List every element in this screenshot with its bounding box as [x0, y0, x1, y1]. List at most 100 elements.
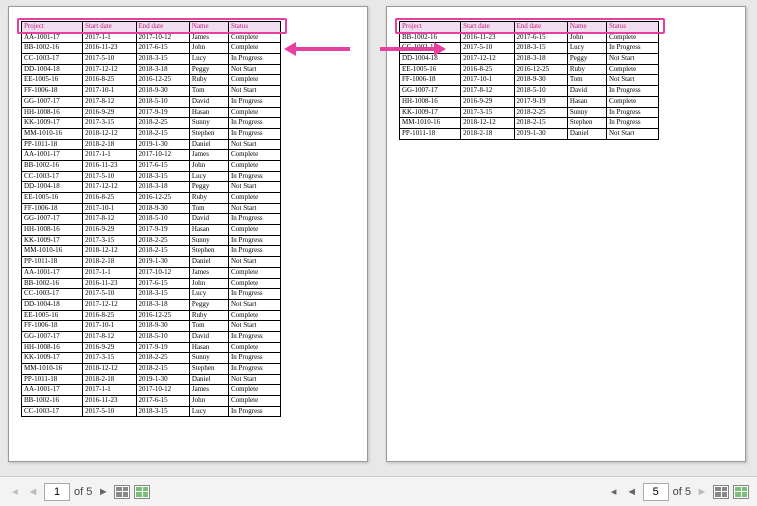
table-cell: Daniel: [189, 257, 228, 268]
table-cell: Lucy: [189, 289, 228, 300]
view-mode-normal-icon[interactable]: [713, 485, 729, 499]
table-cell: In Progress: [228, 118, 280, 129]
table-cell: BB-1002-16: [22, 396, 83, 407]
table-cell: GG-1007-17: [400, 86, 461, 97]
table-cell: 2017-12-12: [83, 182, 136, 193]
table-cell: Sunny: [567, 107, 606, 118]
table-cell: 2017-6-15: [136, 43, 189, 54]
table-cell: 2018-3-18: [136, 64, 189, 75]
table-row: CC-1003-172017-5-102018-3-15LucyIn Progr…: [22, 171, 281, 182]
preview-footer: ◂ ◄ of 5 ► ◂ ◄ of 5 ►: [0, 476, 757, 506]
table-cell: 2017-3-15: [83, 353, 136, 364]
table-cell: BB-1002-16: [22, 278, 83, 289]
table-cell: Not Start: [228, 182, 280, 193]
table-cell: Not Start: [228, 299, 280, 310]
table-cell: 2017-8-12: [461, 86, 514, 97]
table-cell: Ruby: [189, 310, 228, 321]
table-cell: Peggy: [189, 299, 228, 310]
first-page-icon[interactable]: ◂: [607, 485, 621, 498]
table-row: GG-1007-172017-8-122018-5-10DavidIn Prog…: [22, 96, 281, 107]
table-row: EE-1005-162016-8-252016-12-25RubyComplet…: [22, 75, 281, 86]
table-cell: Complete: [228, 342, 280, 353]
table-cell: Lucy: [189, 171, 228, 182]
table-cell: MM-1010-16: [22, 128, 83, 139]
table-cell: AA-1001-17: [22, 32, 83, 43]
table-cell: Sunny: [189, 118, 228, 129]
table-cell: In Progress: [228, 406, 280, 417]
next-page-icon[interactable]: ►: [96, 486, 110, 498]
table-cell: Complete: [228, 150, 280, 161]
table-cell: PP-1011-18: [22, 139, 83, 150]
table-cell: 2019-1-30: [136, 139, 189, 150]
table-cell: Hasan: [189, 342, 228, 353]
col-header: End date: [136, 22, 189, 33]
table-cell: PP-1011-18: [400, 128, 461, 139]
table-cell: 2017-6-15: [136, 396, 189, 407]
table-cell: 2016-11-23: [83, 278, 136, 289]
col-header: Start date: [461, 22, 514, 33]
table-cell: Tom: [567, 75, 606, 86]
table-cell: FF-1006-18: [22, 203, 83, 214]
table-cell: KK-1009-17: [22, 353, 83, 364]
table-cell: Hasan: [189, 225, 228, 236]
table-cell: 2016-11-23: [83, 160, 136, 171]
table-cell: EE-1005-16: [22, 75, 83, 86]
table-cell: GG-1007-17: [22, 96, 83, 107]
table-cell: In Progress: [228, 96, 280, 107]
table-cell: HH-1008-16: [22, 107, 83, 118]
table-row: MM-1010-162018-12-122018-2-15StephenIn P…: [22, 364, 281, 375]
table-cell: PP-1011-18: [22, 374, 83, 385]
table-cell: 2018-2-25: [136, 235, 189, 246]
table-row: AA-1001-172017-1-12017-10-12JamesComplet…: [22, 32, 281, 43]
table-cell: Peggy: [189, 64, 228, 75]
table-cell: Daniel: [189, 374, 228, 385]
col-header: Name: [189, 22, 228, 33]
table-cell: 2017-9-19: [136, 107, 189, 118]
table-row: CC-1003-172017-5-102018-3-15LucyIn Progr…: [22, 54, 281, 65]
prev-page-icon[interactable]: ◄: [625, 486, 639, 498]
table-cell: 2018-2-25: [136, 118, 189, 129]
first-page-icon[interactable]: ◂: [8, 485, 22, 498]
view-mode-normal-icon[interactable]: [114, 485, 130, 499]
table-cell: 2017-12-12: [83, 64, 136, 75]
table-cell: Ruby: [189, 193, 228, 204]
page-total-right: of 5: [673, 486, 691, 498]
next-page-icon[interactable]: ►: [695, 486, 709, 498]
table-cell: Not Start: [228, 257, 280, 268]
table-cell: BB-1002-16: [22, 160, 83, 171]
table-row: FF-1006-182017-10-12018-9-30TomNot Start: [22, 321, 281, 332]
table-row: EE-1005-162016-8-252016-12-25RubyComplet…: [22, 193, 281, 204]
table-cell: 2018-5-10: [136, 96, 189, 107]
table-cell: DD-1004-18: [22, 64, 83, 75]
page-number-input-right[interactable]: [643, 483, 669, 501]
table-cell: 2018-2-18: [83, 139, 136, 150]
table-cell: AA-1001-17: [22, 385, 83, 396]
table-row: DD-1004-182017-12-122018-3-18PeggyNot St…: [22, 182, 281, 193]
col-header: Status: [228, 22, 280, 33]
table-row: KK-1009-172017-3-152018-2-25SunnyIn Prog…: [400, 107, 659, 118]
page-number-input-left[interactable]: [44, 483, 70, 501]
view-mode-margins-icon[interactable]: [134, 485, 150, 499]
view-mode-margins-icon[interactable]: [733, 485, 749, 499]
table-cell: 2018-12-12: [461, 118, 514, 129]
table-cell: 2017-10-1: [83, 203, 136, 214]
table-cell: MM-1010-16: [22, 364, 83, 375]
preview-area: ProjectStart dateEnd dateNameStatus AA-1…: [0, 0, 757, 468]
table-cell: KK-1009-17: [400, 107, 461, 118]
table-cell: 2017-6-15: [136, 278, 189, 289]
col-header: Name: [567, 22, 606, 33]
table-cell: Not Start: [228, 86, 280, 97]
table-row: HH-1008-162016-9-292017-9-19HasanComplet…: [22, 342, 281, 353]
table-cell: Complete: [228, 107, 280, 118]
table-cell: Not Start: [228, 374, 280, 385]
table-cell: 2018-9-30: [136, 203, 189, 214]
table-row: DD-1004-182017-12-122018-3-18PeggyNot St…: [22, 64, 281, 75]
table-cell: DD-1004-18: [22, 299, 83, 310]
table-cell: Tom: [189, 86, 228, 97]
table-cell: GG-1007-17: [22, 214, 83, 225]
table-cell: 2018-12-12: [83, 128, 136, 139]
table-cell: 2016-11-23: [83, 43, 136, 54]
prev-page-icon[interactable]: ◄: [26, 486, 40, 498]
table-cell: MM-1010-16: [22, 246, 83, 257]
table-cell: Daniel: [189, 139, 228, 150]
